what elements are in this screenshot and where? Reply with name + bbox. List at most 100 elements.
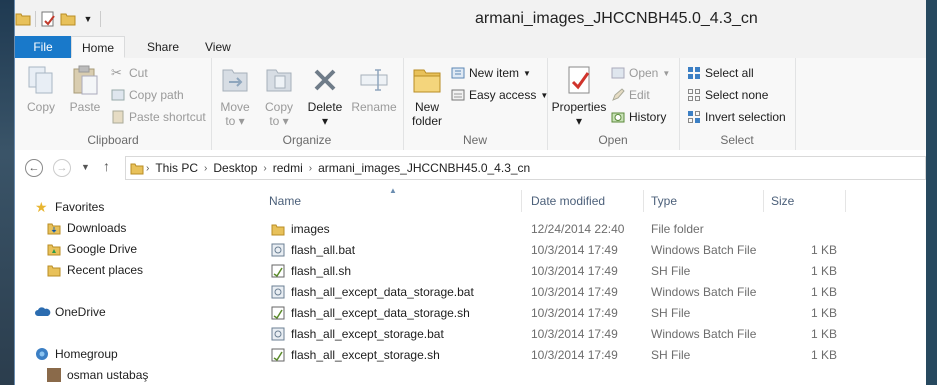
copy-to-button[interactable]: Copy to ▾ <box>259 64 299 128</box>
folder-icon[interactable] <box>15 11 31 27</box>
paste-icon <box>69 64 101 96</box>
file-type: Windows Batch File <box>651 285 757 299</box>
tab-view[interactable]: View <box>191 36 245 58</box>
column-header-size[interactable]: Size <box>771 194 794 208</box>
paste-shortcut-button[interactable]: Paste shortcut <box>111 108 206 126</box>
breadcrumb-separator[interactable]: › <box>307 163 314 174</box>
column-divider[interactable] <box>845 190 846 212</box>
breadcrumb-separator[interactable]: › <box>202 163 209 174</box>
back-button[interactable]: ← <box>25 159 43 177</box>
move-to-icon <box>219 64 251 96</box>
easy-access-button[interactable]: Easy access ▼ <box>451 86 548 104</box>
column-header-name[interactable]: Name <box>269 194 301 208</box>
open-icon <box>611 66 625 80</box>
new-item-button[interactable]: New item ▼ <box>451 64 531 82</box>
google-drive-folder-icon <box>47 242 61 256</box>
desktop-background-left <box>0 0 14 385</box>
invert-selection-button[interactable]: Invert selection <box>687 108 786 126</box>
file-type: File folder <box>651 222 704 236</box>
delete-icon <box>309 64 341 96</box>
properties-icon[interactable] <box>40 11 56 27</box>
file-date: 10/3/2014 17:49 <box>531 243 618 257</box>
folder-icon <box>130 161 144 175</box>
nav-favorites[interactable]: ★ Favorites <box>35 200 104 214</box>
breadcrumb-separator[interactable]: › <box>144 163 151 174</box>
new-item-icon <box>451 66 465 80</box>
column-header-type[interactable]: Type <box>651 194 677 208</box>
file-name: flash_all_except_data_storage.bat <box>291 285 474 299</box>
nav-onedrive[interactable]: OneDrive <box>35 305 106 319</box>
file-date: 10/3/2014 17:49 <box>531 327 618 341</box>
open-button[interactable]: Open ▼ <box>611 64 670 82</box>
avatar <box>47 368 61 382</box>
select-none-icon <box>687 88 701 102</box>
new-folder-button[interactable]: New folder <box>405 64 449 128</box>
nav-google-drive[interactable]: Google Drive <box>47 242 137 256</box>
new-folder-icon[interactable] <box>60 11 76 27</box>
forward-button[interactable]: → <box>53 159 71 177</box>
divider <box>100 11 101 27</box>
file-size: 1 KB <box>810 264 837 278</box>
tab-share[interactable]: Share <box>133 36 193 58</box>
navigation-pane: ★ Favorites Downloads Google Drive Recen… <box>15 186 255 385</box>
file-type: SH File <box>651 306 691 320</box>
properties-button[interactable]: Properties ▾ <box>551 64 607 128</box>
file-row[interactable]: flash_all_except_storage.bat 10/3/2014 1… <box>255 324 926 345</box>
folder-icon <box>271 222 285 236</box>
file-row[interactable]: flash_all_except_storage.sh 10/3/2014 17… <box>255 345 926 366</box>
nav-recent-places[interactable]: Recent places <box>47 263 143 277</box>
customize-toolbar-icon[interactable]: ▼ <box>80 11 96 27</box>
breadcrumb-separator[interactable]: › <box>261 163 268 174</box>
tab-file[interactable]: File <box>15 36 71 58</box>
organize-group: Move to ▾ Copy to ▾ Delete ▾ Rename Orga… <box>211 58 404 150</box>
file-row[interactable]: flash_all_except_data_storage.sh 10/3/20… <box>255 303 926 324</box>
nav-homegroup-user[interactable]: osman ustabaş <box>47 368 148 382</box>
file-row[interactable]: flash_all_except_data_storage.bat 10/3/2… <box>255 282 926 303</box>
rename-button[interactable]: Rename <box>349 64 399 114</box>
edit-icon <box>611 88 625 102</box>
nav-downloads[interactable]: Downloads <box>47 221 126 235</box>
nav-homegroup[interactable]: Homegroup <box>35 347 118 361</box>
column-divider[interactable] <box>763 190 764 212</box>
file-name: flash_all.sh <box>291 264 352 278</box>
explorer-window: ▼ armani_images_JHCCNBH45.0_4.3_cn File … <box>14 0 926 385</box>
new-group: New folder New item ▼ Easy access ▼ New <box>403 58 548 150</box>
file-row[interactable]: images 12/24/2014 22:40 File folder <box>255 219 926 240</box>
up-arrow-icon[interactable]: ↑ <box>103 158 110 174</box>
select-none-button[interactable]: Select none <box>687 86 768 104</box>
column-divider[interactable] <box>521 190 522 212</box>
column-header-date[interactable]: Date modified <box>531 194 605 208</box>
breadcrumb-this-pc[interactable]: This PC <box>151 161 202 175</box>
rename-icon <box>358 64 390 96</box>
paste-button[interactable]: Paste <box>65 64 105 114</box>
file-size: 1 KB <box>810 327 837 341</box>
column-divider[interactable] <box>643 190 644 212</box>
edit-button[interactable]: Edit <box>611 86 650 104</box>
batch-file-icon <box>271 285 285 299</box>
file-row[interactable]: flash_all.sh 10/3/2014 17:49 SH File 1 K… <box>255 261 926 282</box>
history-icon <box>611 110 625 124</box>
cut-button[interactable]: ✂ Cut <box>111 64 148 82</box>
tab-home[interactable]: Home <box>71 36 125 58</box>
new-folder-icon <box>411 64 443 96</box>
clipboard-group: Copy Paste ✂ Cut Copy path Paste shortcu… <box>15 58 212 150</box>
file-row[interactable]: flash_all.bat 10/3/2014 17:49 Windows Ba… <box>255 240 926 261</box>
batch-file-icon <box>271 243 285 257</box>
file-size: 1 KB <box>810 243 837 257</box>
sh-file-icon <box>271 264 285 278</box>
file-date: 10/3/2014 17:49 <box>531 285 618 299</box>
move-to-button[interactable]: Move to ▾ <box>215 64 255 128</box>
breadcrumb-current-folder[interactable]: armani_images_JHCCNBH45.0_4.3_cn <box>314 161 534 175</box>
history-button[interactable]: History <box>611 108 666 126</box>
breadcrumb-desktop[interactable]: Desktop <box>209 161 261 175</box>
copy-path-button[interactable]: Copy path <box>111 86 184 104</box>
copy-button[interactable]: Copy <box>21 64 61 114</box>
batch-file-icon <box>271 327 285 341</box>
clipboard-group-label: Clipboard <box>87 133 139 147</box>
select-all-button[interactable]: Select all <box>687 64 754 82</box>
organize-group-label: Organize <box>282 133 332 147</box>
recent-locations-icon[interactable]: ▼ <box>81 162 90 172</box>
delete-button[interactable]: Delete ▾ <box>305 64 345 128</box>
address-bar[interactable]: › This PC › Desktop › redmi › armani_ima… <box>125 156 926 180</box>
breadcrumb-redmi[interactable]: redmi <box>269 161 307 175</box>
